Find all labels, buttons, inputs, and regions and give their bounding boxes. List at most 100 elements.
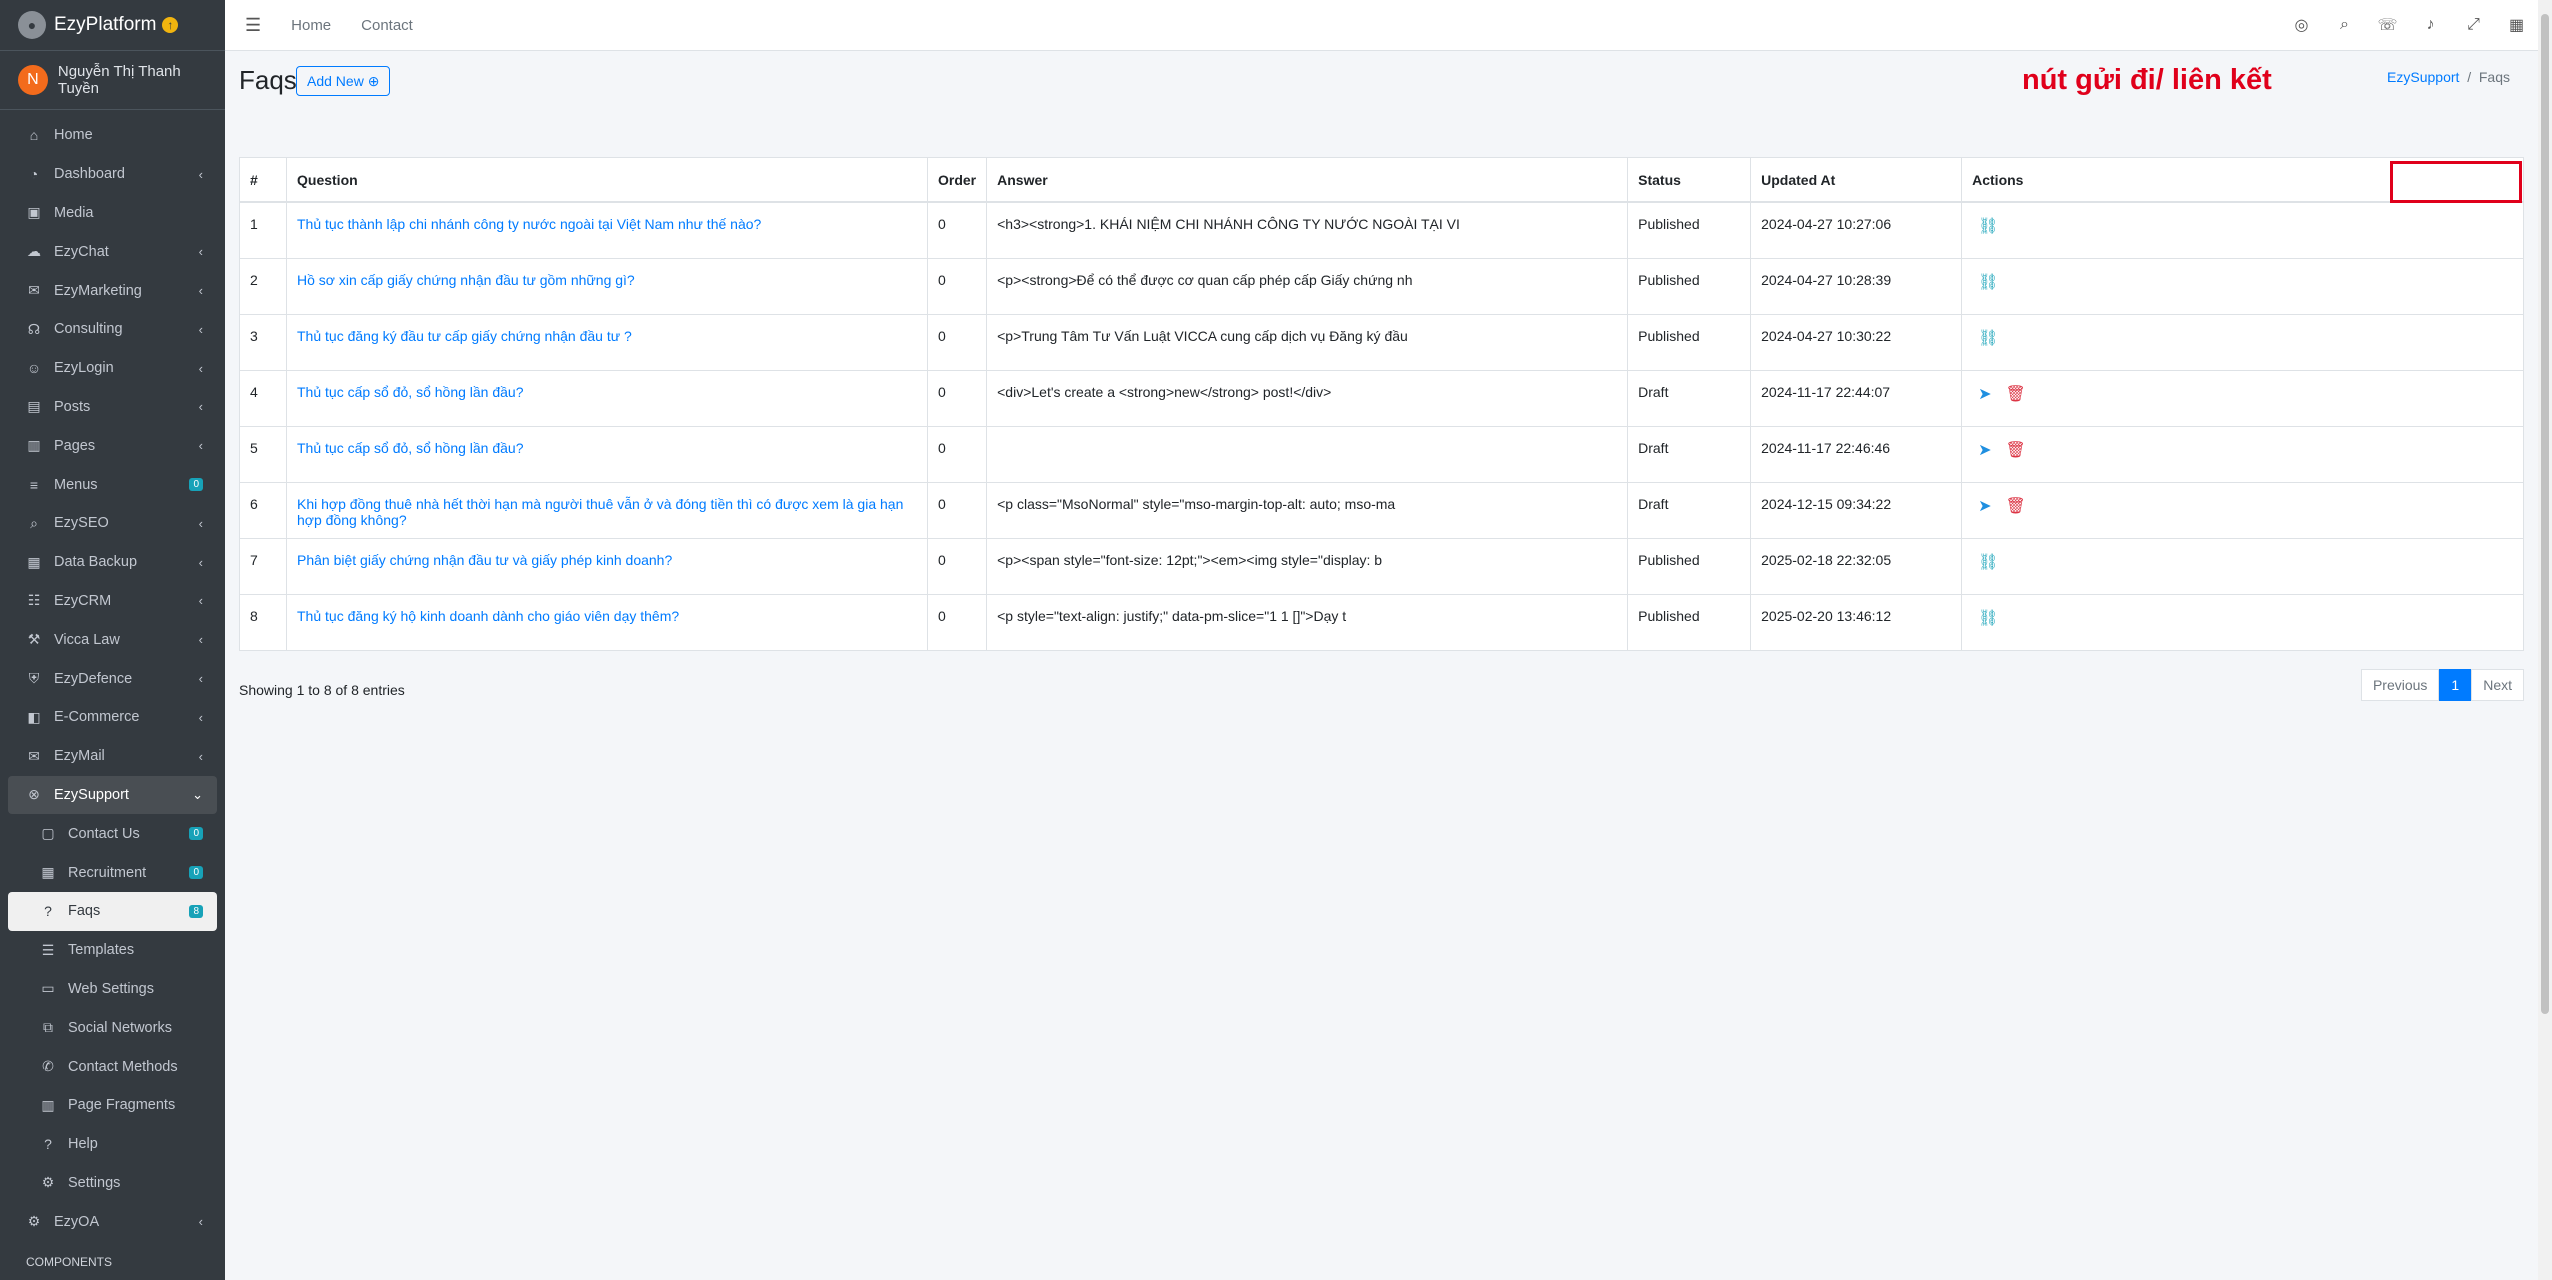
bell-icon[interactable]: ♪ — [2409, 16, 2452, 34]
sidebar-item-templates[interactable]: ☰ Templates — [8, 931, 217, 970]
unlink-icon[interactable]: ⛓ — [1978, 216, 1998, 236]
scrollbar-thumb[interactable] — [2541, 14, 2549, 1014]
sidebar-item-page-fragments[interactable]: ▥ Page Fragments — [8, 1086, 217, 1125]
chevron-left-icon: ‹ — [198, 360, 203, 376]
sidebar-item-label: Web Settings — [68, 980, 154, 997]
chevron-left-icon: ‹ — [198, 438, 203, 454]
trash-icon[interactable]: 🗑 — [2006, 384, 2026, 404]
chevron-left-icon: ‹ — [198, 671, 203, 687]
table-row: 3 Thủ tục đăng ký đầu tư cấp giấy chứng n… — [239, 313, 2524, 371]
sidebar-item-settings[interactable]: ⚙ Settings — [8, 1164, 217, 1203]
brand[interactable]: ● EzyPlatform ↑ — [0, 0, 225, 51]
sidebar-item-menus[interactable]: ≡ Menus 0 — [8, 465, 217, 504]
hamburger-menu-icon[interactable]: ☰ — [245, 15, 261, 36]
sidebar-item-ezymail[interactable]: ✉ EzyMail ‹ — [8, 737, 217, 776]
updated-at-cell: 2024-11-17 22:46:46 — [1750, 425, 1963, 483]
actions-cell: ➤ 🗑 — [1961, 369, 2524, 427]
sidebar-item-home[interactable]: ⌂ Home — [8, 116, 217, 155]
sidebar-item-media[interactable]: ▣ Media — [8, 194, 217, 233]
sidebar: ● EzyPlatform ↑ N Nguyễn Thị Thanh Tuyền… — [0, 0, 225, 1280]
sidebar-item-help[interactable]: ? Help — [8, 1125, 217, 1164]
sidebar-item-ezylogin[interactable]: ☺ EzyLogin ‹ — [8, 349, 217, 388]
question-link[interactable]: Hồ sơ xin cấp giấy chứng nhận đầu tư gồm… — [286, 257, 928, 315]
sidebar-item-dashboard[interactable]: ◔ Dashboard ‹ — [8, 155, 217, 194]
search-icon[interactable]: ⌕ — [2323, 16, 2366, 34]
main-content: Faqs Add New ⊕ EzySupport / Faqs # Quest… — [225, 51, 2538, 1280]
sidebar-item-ezychat[interactable]: ☁ EzyChat ‹ — [8, 232, 217, 271]
row-number: 8 — [239, 593, 287, 651]
sidebar-item-ezyoa[interactable]: ⚙ EzyOA ‹ — [8, 1202, 217, 1241]
sidebar-item-label: EzyLogin — [54, 360, 114, 377]
sidebar-item-label: EzyChat — [54, 243, 109, 260]
sidebar-item-label: EzyMarketing — [54, 282, 142, 299]
answer-cell: <p class="MsoNormal" style="mso-margin-t… — [986, 481, 1629, 539]
sidebar-item-ezyseo[interactable]: ⌕ EzySEO ‹ — [8, 504, 217, 543]
sidebar-item-contact-methods[interactable]: ✆ Contact Methods — [8, 1047, 217, 1086]
add-new-button[interactable]: Add New ⊕ — [296, 66, 391, 96]
col-order: Order — [926, 157, 988, 203]
sidebar-item-recruitment[interactable]: ▦ Recruitment 0 — [8, 853, 217, 892]
sidebar-item-e-commerce[interactable]: ◧ E-Commerce ‹ — [8, 698, 217, 737]
question-link[interactable]: Thủ tục đăng ký đầu tư cấp giấy chứng nh… — [286, 313, 928, 371]
sidebar-item-label: EzyMail — [54, 748, 105, 765]
cogs-icon: ⚙ — [41, 1174, 55, 1191]
unlink-icon[interactable]: ⛓ — [1978, 272, 1998, 292]
globe-icon[interactable]: ◎ — [2280, 15, 2323, 35]
trash-icon[interactable]: 🗑 — [2006, 440, 2026, 460]
sidebar-item-pages[interactable]: ▥ Pages ‹ — [8, 426, 217, 465]
sidebar-item-posts[interactable]: ▤ Posts ‹ — [8, 388, 217, 427]
bag-icon: ◧ — [27, 708, 41, 725]
pagination-previous[interactable]: Previous — [2360, 669, 2440, 701]
question-link[interactable]: Phân biệt giấy chứng nhận đầu tư và giấy… — [286, 537, 928, 595]
breadcrumb-ezysupport[interactable]: EzySupport — [2387, 69, 2459, 85]
sidebar-item-label: Page Fragments — [68, 1097, 176, 1114]
gavel-icon: ⚒ — [27, 631, 41, 648]
sidebar-item-label: Media — [54, 204, 94, 221]
sidebar-item-label: EzyOA — [54, 1213, 100, 1230]
sidebar-item-web-settings[interactable]: ▭ Web Settings — [8, 970, 217, 1009]
pagination-page-1[interactable]: 1 — [2439, 669, 2472, 701]
table-row: 8 Thủ tục đăng ký hộ kinh doanh dành cho … — [239, 593, 2524, 651]
vertical-scrollbar[interactable] — [2538, 0, 2552, 1280]
question-link[interactable]: Thủ tục cấp sổ đỏ, sổ hồng lần đầu? — [286, 369, 928, 427]
send-icon[interactable]: ➤ — [1978, 384, 1991, 404]
sidebar-item-vicca-law[interactable]: ⚒ Vicca Law ‹ — [8, 620, 217, 659]
sidebar-item-contact-us[interactable]: ▢ Contact Us 0 — [8, 814, 217, 853]
chevron-left-icon: ‹ — [198, 321, 203, 337]
question-link[interactable]: Thủ tục cấp sổ đỏ, sổ hồng lần đầu? — [286, 425, 928, 483]
sidebar-item-data-backup[interactable]: ▦ Data Backup ‹ — [8, 543, 217, 582]
unlink-icon[interactable]: ⛓ — [1978, 328, 1998, 348]
database-icon: ▦ — [27, 553, 41, 570]
sidebar-item-faqs[interactable]: ? Faqs 8 — [8, 891, 217, 931]
comments-icon[interactable]: ☏ — [2366, 15, 2409, 35]
user-panel[interactable]: N Nguyễn Thị Thanh Tuyền — [0, 51, 225, 110]
sidebar-item-ezymarketing[interactable]: ✉ EzyMarketing ‹ — [8, 271, 217, 310]
expand-icon[interactable]: ⤢ — [2452, 16, 2495, 34]
pagination-next[interactable]: Next — [2471, 669, 2524, 701]
nav-link-contact[interactable]: Contact — [361, 17, 413, 34]
actions-cell: ⛓ — [1961, 201, 2524, 259]
sidebar-item-consulting[interactable]: ☊ Consulting ‹ — [8, 310, 217, 349]
annotation-highlight-box — [2390, 161, 2522, 203]
unlink-icon[interactable]: ⛓ — [1978, 608, 1998, 628]
col-question: Question — [286, 157, 928, 203]
apps-icon[interactable]: ▦ — [2495, 15, 2538, 35]
users-icon: ☷ — [27, 592, 41, 609]
unlink-icon[interactable]: ⛓ — [1978, 552, 1998, 572]
sidebar-item-social-networks[interactable]: ⧉ Social Networks — [8, 1008, 217, 1047]
send-icon[interactable]: ➤ — [1978, 440, 1991, 460]
user-lock-icon: ☺ — [26, 360, 42, 377]
chevron-down-icon: ⌄ — [192, 786, 203, 802]
sidebar-item-label: Faqs — [68, 903, 101, 920]
send-icon[interactable]: ➤ — [1978, 496, 1991, 516]
annotation-text: nút gửi đi/ liên kết — [2022, 64, 2272, 96]
nav-link-home[interactable]: Home — [291, 17, 331, 34]
sidebar-item-ezydefence[interactable]: ⛨ EzyDefence ‹ — [8, 659, 217, 698]
sidebar-item-ezycrm[interactable]: ☷ EzyCRM ‹ — [8, 582, 217, 621]
chevron-left-icon: ‹ — [198, 593, 203, 609]
question-link[interactable]: Thủ tục đăng ký hộ kinh doanh dành cho g… — [286, 593, 928, 651]
trash-icon[interactable]: 🗑 — [2006, 496, 2026, 516]
question-link[interactable]: Khi hợp đồng thuê nhà hết thời hạn mà ng… — [286, 481, 928, 539]
question-link[interactable]: Thủ tục thành lập chi nhánh công ty nước… — [286, 201, 928, 259]
sidebar-item-ezysupport[interactable]: ⊗ EzySupport ⌄ — [8, 775, 217, 815]
